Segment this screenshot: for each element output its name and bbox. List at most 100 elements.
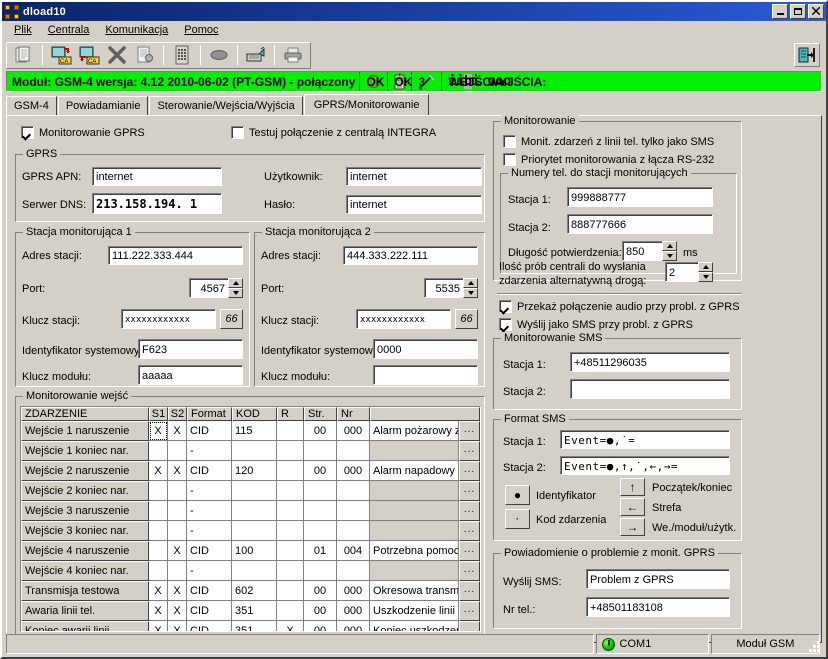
table-cell-s2[interactable] bbox=[168, 521, 187, 541]
table-cell-event[interactable]: Transmisja testowa bbox=[21, 581, 149, 601]
table-cell-r[interactable] bbox=[277, 521, 304, 541]
test-integra-checkbox[interactable]: Testuj połączenie z centralą INTEGRA bbox=[231, 126, 436, 139]
table-cell-desc[interactable]: Okresowa transmisja testowa bbox=[370, 581, 459, 601]
table-cell-event[interactable]: Wejście 3 koniec nar. bbox=[21, 521, 149, 541]
table-cell-format[interactable]: CID bbox=[187, 621, 232, 631]
table-cell-desc[interactable] bbox=[370, 561, 459, 581]
spinner-down-button[interactable] bbox=[228, 288, 243, 298]
details-icon[interactable] bbox=[132, 43, 158, 67]
table-cell-r[interactable] bbox=[277, 421, 304, 441]
row-details-button[interactable]: ... bbox=[459, 501, 480, 521]
station1-key-reveal-button[interactable]: 66 bbox=[220, 309, 243, 329]
gprs-user-input[interactable]: internet bbox=[346, 167, 482, 186]
table-cell-str[interactable] bbox=[304, 441, 337, 461]
table-cell-nr[interactable]: 000 bbox=[337, 421, 370, 441]
table-cell-s2[interactable]: X bbox=[168, 541, 187, 561]
maximize-button[interactable] bbox=[790, 4, 806, 19]
table-cell-nr[interactable] bbox=[337, 501, 370, 521]
table-cell-kod[interactable]: 351 bbox=[232, 621, 277, 631]
row-details-button[interactable]: ... bbox=[459, 621, 480, 631]
zone-symbol-button[interactable]: ← bbox=[620, 498, 645, 516]
table-cell-format[interactable]: CID bbox=[187, 461, 232, 481]
table-cell-str[interactable]: 00 bbox=[304, 421, 337, 441]
table-cell-str[interactable] bbox=[304, 561, 337, 581]
table-cell-kod[interactable]: 120 bbox=[232, 461, 277, 481]
station2-key-input[interactable]: xxxxxxxxxxxx bbox=[356, 309, 451, 329]
station1-phone-input[interactable]: 999888777 bbox=[567, 187, 713, 207]
sms-station2-input[interactable] bbox=[570, 379, 730, 399]
table-cell-kod[interactable] bbox=[232, 441, 277, 461]
station1-modulekey-input[interactable]: aaaaa bbox=[138, 365, 243, 385]
close-button[interactable] bbox=[808, 4, 824, 19]
table-cell-nr[interactable]: 000 bbox=[337, 581, 370, 601]
table-cell-s1[interactable] bbox=[149, 481, 168, 501]
table-cell-desc[interactable] bbox=[370, 481, 459, 501]
tab-gsm4[interactable]: GSM-4 bbox=[6, 96, 57, 115]
row-details-button[interactable]: ... bbox=[459, 561, 480, 581]
gprs-password-input[interactable]: internet bbox=[346, 195, 482, 214]
menu-item-centrala[interactable]: Centrala bbox=[40, 22, 98, 38]
station2-modulekey-input[interactable] bbox=[373, 365, 478, 385]
table-cell-s1[interactable] bbox=[149, 541, 168, 561]
gprs-problem-tel-input[interactable]: +48501183108 bbox=[586, 597, 730, 617]
table-cell-r[interactable]: X bbox=[277, 621, 304, 631]
station1-key-input[interactable]: xxxxxxxxxxxx bbox=[121, 309, 216, 329]
table-cell-s1[interactable] bbox=[149, 561, 168, 581]
table-cell-s2[interactable] bbox=[168, 501, 187, 521]
table-cell-s2[interactable]: X bbox=[168, 621, 187, 631]
table-cell-r[interactable] bbox=[277, 601, 304, 621]
spinner-up-button[interactable] bbox=[698, 262, 713, 272]
spinner-up-button[interactable] bbox=[463, 278, 478, 288]
input-module-user-symbol-button[interactable]: → bbox=[620, 518, 645, 536]
table-cell-desc[interactable] bbox=[370, 441, 459, 461]
table-cell-str[interactable] bbox=[304, 521, 337, 541]
identifier-symbol-button[interactable]: ● bbox=[505, 485, 530, 505]
spinner-down-button[interactable] bbox=[698, 272, 713, 282]
spinner-value[interactable]: 850 bbox=[622, 241, 662, 261]
table-cell-format[interactable]: CID bbox=[187, 601, 232, 621]
cancel-icon[interactable] bbox=[104, 43, 130, 67]
table-cell-format[interactable]: CID bbox=[187, 421, 232, 441]
table-row[interactable]: Wejście 3 koniec nar. -... bbox=[21, 521, 480, 541]
table-cell-str[interactable]: 00 bbox=[304, 621, 337, 631]
station1-address-input[interactable]: 111.222.333.444 bbox=[108, 246, 243, 265]
table-cell-r[interactable] bbox=[277, 581, 304, 601]
table-cell-nr[interactable]: 004 bbox=[337, 541, 370, 561]
table-cell-nr[interactable] bbox=[337, 521, 370, 541]
table-cell-event[interactable]: Wejście 1 naruszenie bbox=[21, 421, 149, 441]
table-row[interactable]: Awaria linii tel. X X CID 351 00 000 Uszkodzeni… bbox=[21, 601, 480, 621]
table-cell-r[interactable] bbox=[277, 481, 304, 501]
table-cell-r[interactable] bbox=[277, 461, 304, 481]
table-cell-s2[interactable] bbox=[168, 481, 187, 501]
table-cell-desc[interactable]: Alarm napadowy bbox=[370, 461, 459, 481]
station2-sysid-input[interactable]: 0000 bbox=[373, 339, 478, 359]
table-cell-kod[interactable] bbox=[232, 561, 277, 581]
copy-icon[interactable] bbox=[11, 43, 37, 67]
spinner-down-button[interactable] bbox=[662, 251, 677, 261]
station2-phone-input[interactable]: 888777666 bbox=[567, 214, 713, 234]
table-row[interactable]: Wejście 2 naruszenie X X CID 120 00 000 Alarm n… bbox=[21, 461, 480, 481]
table-cell-s1[interactable]: X bbox=[149, 581, 168, 601]
row-details-button[interactable]: ... bbox=[459, 521, 480, 541]
spinner-value[interactable]: 4567 bbox=[189, 278, 228, 298]
attempts-spinner[interactable]: 2 bbox=[665, 262, 713, 282]
table-cell-s2[interactable] bbox=[168, 561, 187, 581]
table-cell-nr[interactable]: 000 bbox=[337, 621, 370, 631]
table-row[interactable]: Wejście 1 koniec nar. -... bbox=[21, 441, 480, 461]
table-cell-format[interactable]: CID bbox=[187, 581, 232, 601]
tab-gprs-monitorowanie[interactable]: GPRS/Monitorowanie bbox=[303, 94, 430, 115]
audio-on-gprs-fail-checkbox[interactable]: Przekaż połączenie audio przy probl. z G… bbox=[499, 300, 740, 313]
table-cell-s1[interactable] bbox=[149, 521, 168, 541]
table-cell-s1[interactable] bbox=[149, 501, 168, 521]
table-cell-event[interactable]: Koniec awarii linii bbox=[21, 621, 149, 631]
table-row[interactable]: Wejście 2 koniec nar. -... bbox=[21, 481, 480, 501]
print-icon[interactable] bbox=[280, 43, 306, 67]
spinner-down-button[interactable] bbox=[463, 288, 478, 298]
gprs-apn-input[interactable]: internet bbox=[92, 167, 222, 186]
table-cell-str[interactable]: 00 bbox=[304, 601, 337, 621]
event-code-symbol-button[interactable]: · bbox=[505, 509, 530, 529]
read-from-panel-icon[interactable]: CA bbox=[48, 43, 74, 67]
table-cell-kod[interactable] bbox=[232, 521, 277, 541]
station2-address-input[interactable]: 444.333.222.111 bbox=[343, 246, 478, 265]
station1-port-spinner[interactable]: 4567 bbox=[189, 278, 243, 298]
